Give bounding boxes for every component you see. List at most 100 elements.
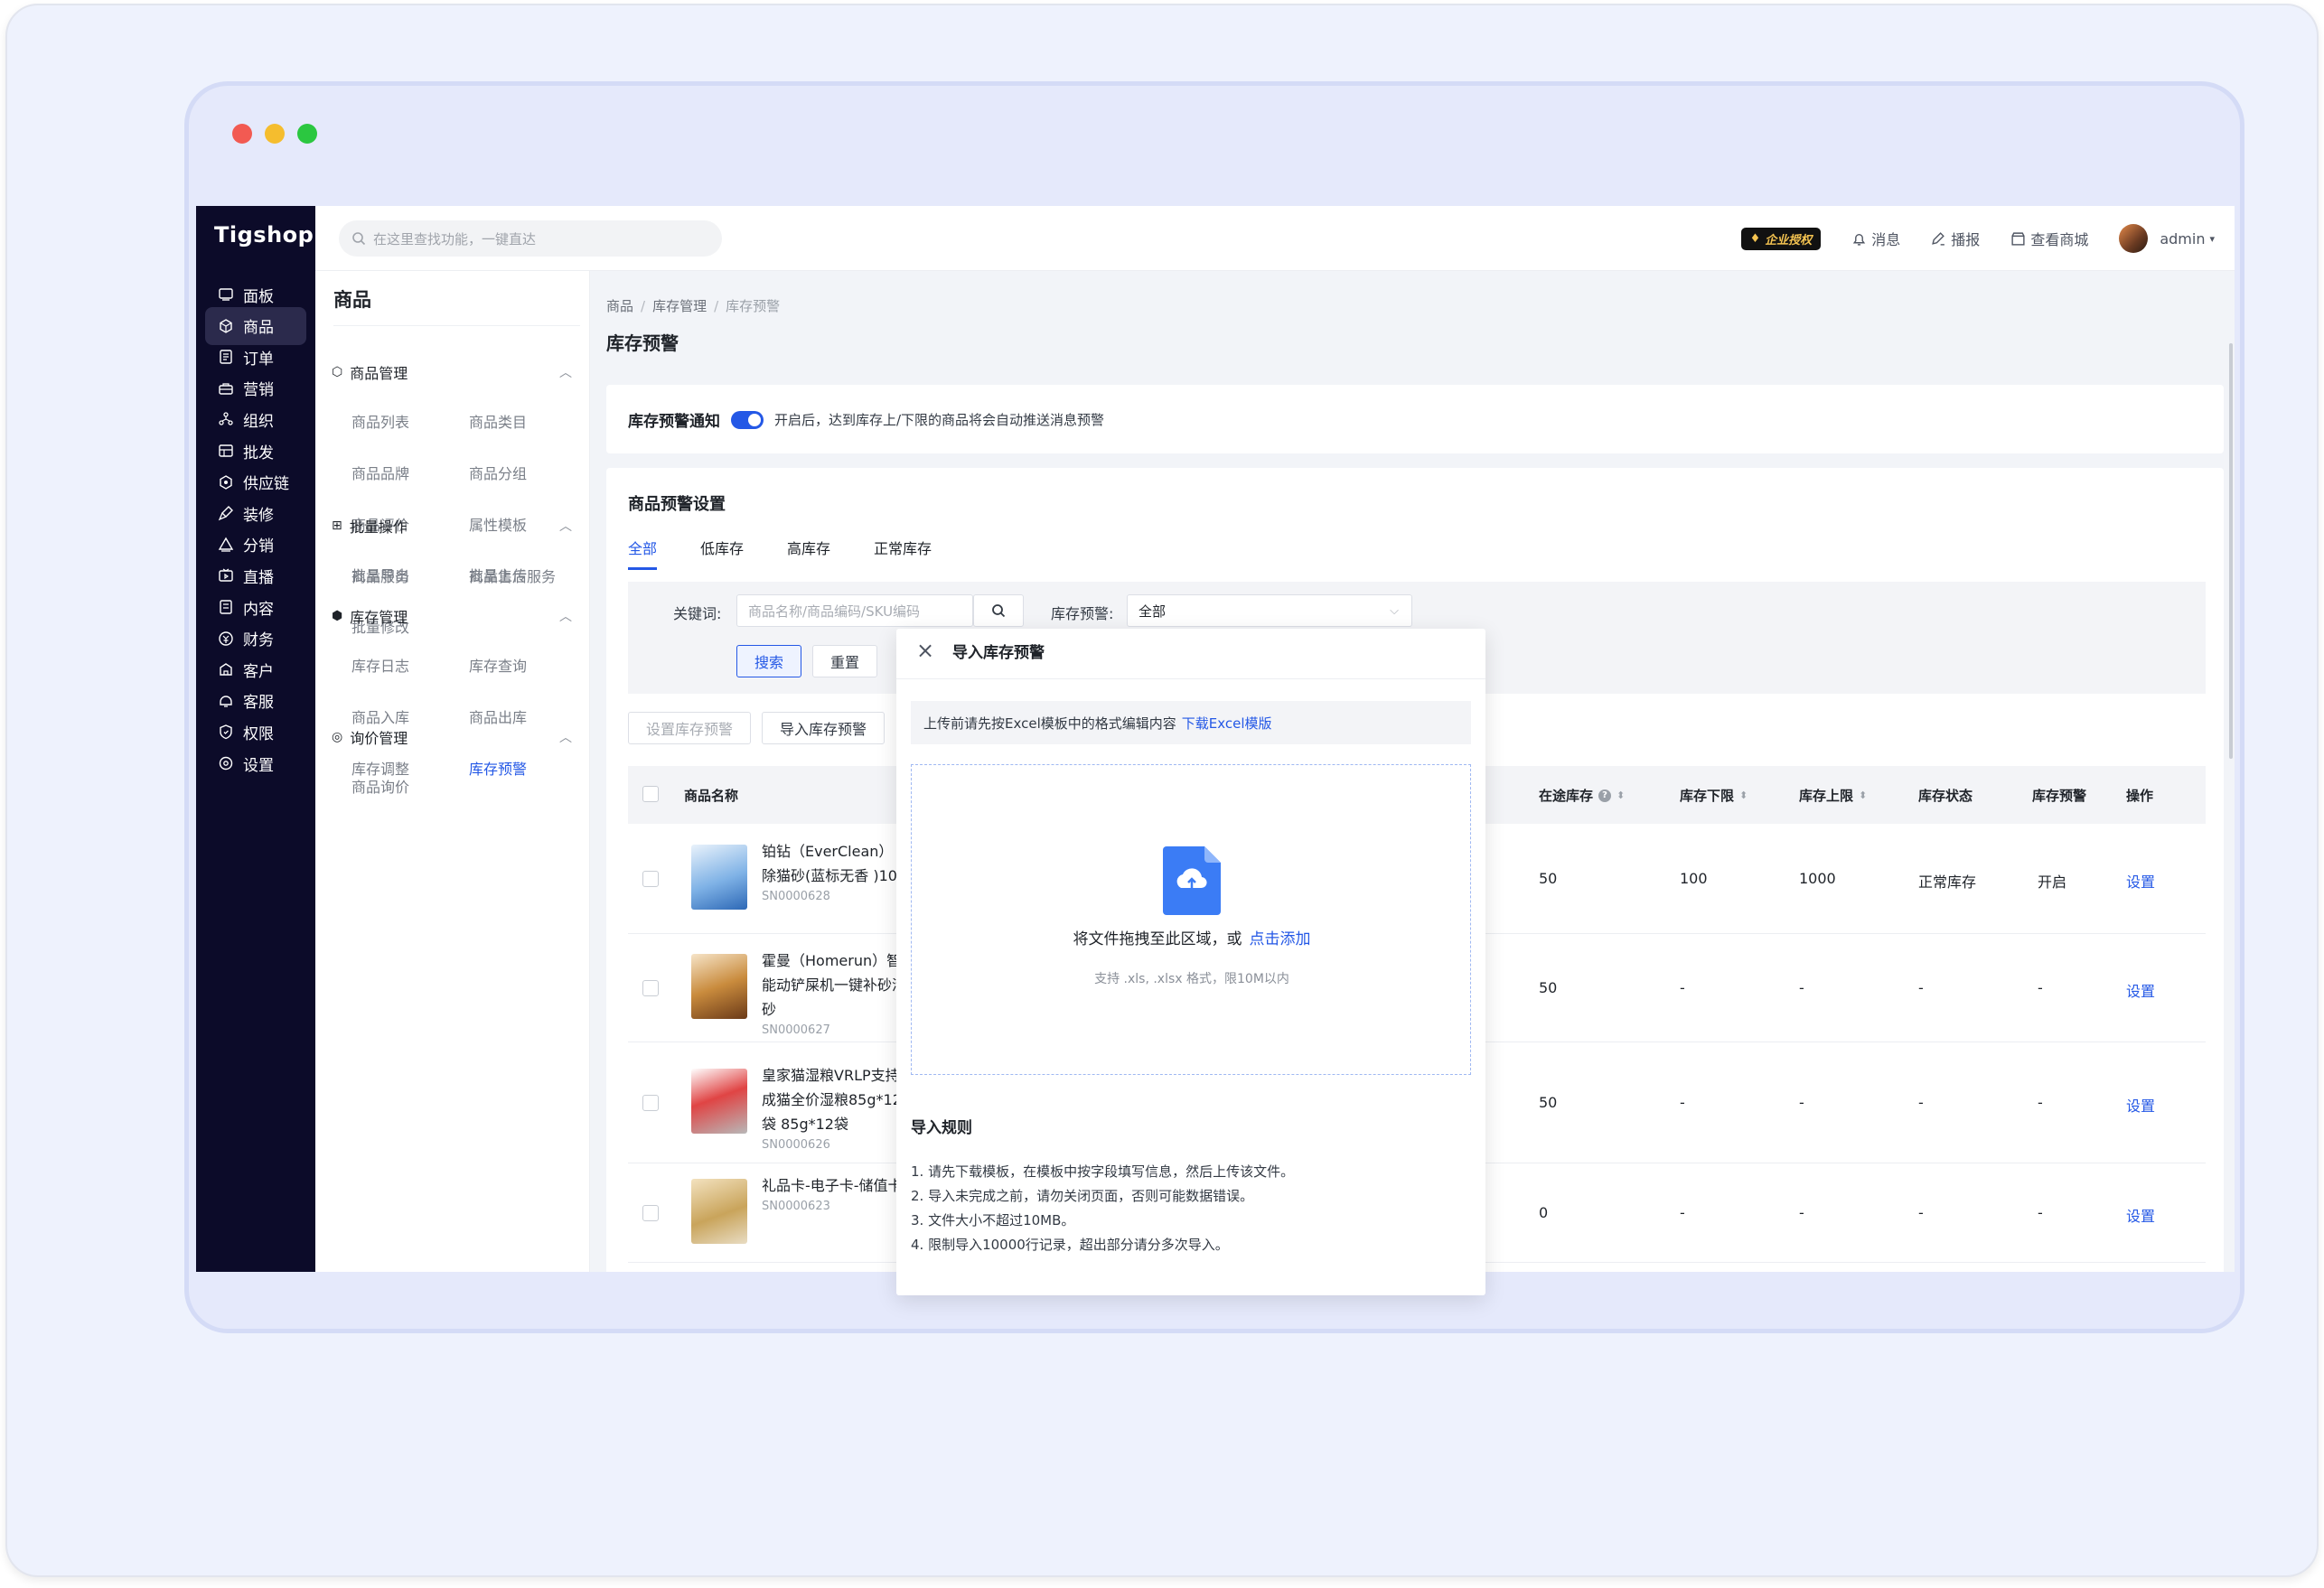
product-name-cell[interactable]: 铂钻（EverClean）除猫砂(蓝标无香 )10L SN0000628 — [762, 839, 906, 906]
tab-all[interactable]: 全部 — [628, 537, 658, 570]
rail-item-label: 设置 — [243, 756, 274, 775]
notice-label: 库存预警通知 — [628, 413, 720, 431]
tab-normal-stock[interactable]: 正常库存 — [874, 537, 932, 570]
help-icon: ? — [1598, 789, 1612, 802]
live-icon — [219, 568, 233, 583]
subnav-group-3[interactable]: ◎ 询价管理 ︿ — [332, 726, 579, 748]
subnav-item[interactable]: 商品出库 — [469, 705, 527, 727]
file-dropzone[interactable]: 将文件拖拽至此区域，或 点击添加 支持 .xls, .xlsx 格式，限10M以内 — [911, 764, 1471, 1075]
rule-item: 2. 导入未完成之前，请勿关闭页面，否则可能数据错误。 — [911, 1188, 1254, 1204]
keyword-placeholder: 商品名称/商品编码/SKU编码 — [748, 603, 921, 620]
row-settings-link[interactable]: 设置 — [2126, 979, 2155, 1001]
product-thumbnail[interactable] — [691, 1069, 747, 1134]
search-button[interactable]: 搜索 — [736, 645, 801, 677]
rail-item-15[interactable]: 设置 — [205, 744, 306, 782]
enterprise-badge[interactable]: ♦ 企业授权 — [1740, 227, 1822, 250]
select-all-checkbox[interactable] — [642, 786, 659, 802]
download-template-link[interactable]: 下载Excel模版 — [1182, 714, 1272, 733]
notice-toggle[interactable] — [731, 410, 764, 429]
view-store-button[interactable]: 查看商城 — [2010, 228, 2088, 249]
messages-button[interactable]: 消息 — [1851, 228, 1900, 249]
supply-icon — [220, 474, 232, 490]
row-settings-link[interactable]: 设置 — [2126, 1094, 2155, 1116]
subnav-divider — [333, 325, 580, 326]
header-lower[interactable]: 库存下限 ⬍ — [1680, 786, 1748, 805]
set-alert-button[interactable]: 设置库存预警 — [628, 712, 751, 744]
subnav-group-1[interactable]: ⊞ 批量操作 ︿ — [332, 515, 579, 537]
row-checkbox[interactable] — [642, 1095, 659, 1111]
upper-cell: 1000 — [1799, 870, 1836, 887]
subnav-group-label: 批量操作 — [349, 518, 408, 536]
subnav-item[interactable]: 商品入库 — [351, 705, 409, 727]
rule-item: 3. 文件大小不超过10MB。 — [911, 1212, 1075, 1228]
org-icon — [219, 412, 233, 426]
upper-cell: - — [1799, 1204, 1804, 1221]
brush-icon — [218, 506, 233, 521]
row-settings-link[interactable]: 设置 — [2126, 1204, 2155, 1226]
upper-cell: - — [1799, 1094, 1804, 1111]
subnav-item[interactable]: 商品类目 — [469, 410, 527, 432]
status-cell: 正常库存 — [1918, 873, 1977, 891]
avatar — [2119, 224, 2149, 253]
row-checkbox[interactable] — [642, 980, 659, 996]
user-menu[interactable]: admin ▾ — [2119, 224, 2215, 253]
dropzone-text: 将文件拖拽至此区域，或 点击添加 — [912, 926, 1472, 948]
product-thumbnail[interactable] — [691, 1179, 747, 1244]
rail-item-label: 供应链 — [243, 475, 289, 494]
subnav-item[interactable]: 批量导出 — [351, 564, 409, 585]
header-upper[interactable]: 库存上限 ⬍ — [1799, 786, 1867, 805]
breadcrumb-item-inventory[interactable]: 库存管理 — [652, 298, 707, 314]
product-name-cell[interactable]: 礼品卡-电子卡-储值卡 SN0000623 — [762, 1173, 906, 1216]
product-name-cell[interactable]: 皇家猫湿粮VRLP支持成猫全价湿粮85g*12袋 85g*12袋 SN000062… — [762, 1063, 906, 1154]
subnav-item[interactable]: 商品列表 — [351, 410, 409, 432]
brand-logo[interactable]: Tigshop — [214, 222, 314, 248]
rail-item-label: 组织 — [243, 412, 274, 431]
alert-filter-select[interactable]: 全部 ⌵ — [1127, 594, 1412, 627]
subnav-item[interactable]: 库存日志 — [351, 654, 409, 676]
header-transit-label: 在途库存 — [1539, 788, 1594, 804]
close-window-button[interactable] — [232, 124, 252, 144]
minimize-window-button[interactable] — [265, 124, 285, 144]
subnav-item[interactable]: 商品询价 — [351, 775, 409, 797]
click-add-link[interactable]: 点击添加 — [1250, 930, 1311, 948]
product-name: 皇家猫湿粮VRLP支持成猫全价湿粮85g*12袋 85g*12袋 — [762, 1067, 902, 1133]
tab-high-stock[interactable]: 高库存 — [787, 537, 830, 570]
search-icon — [992, 604, 1006, 618]
subnav-item[interactable]: 商品品牌 — [351, 462, 409, 483]
content-icon — [220, 600, 232, 614]
product-thumbnail[interactable] — [691, 954, 747, 1019]
user-name: admin — [2160, 229, 2206, 248]
subnav-item[interactable]: 库存查询 — [469, 654, 527, 676]
row-checkbox[interactable] — [642, 1205, 659, 1221]
reset-button[interactable]: 重置 — [812, 645, 877, 677]
subnav-group-0[interactable]: ⬡ 商品管理 ︿ — [332, 361, 579, 383]
rail-item-label: 直播 — [243, 568, 274, 587]
page-scrollbar[interactable] — [2229, 343, 2233, 759]
product-thumbnail[interactable] — [691, 845, 747, 910]
import-alert-button[interactable]: 导入库存预警 — [762, 712, 885, 744]
keyword-search-button[interactable] — [973, 594, 1024, 627]
top-bar: 在这里查找功能，一键直达 ♦ 企业授权 消息 播报 查看商城 admin ▾ — [315, 206, 2235, 271]
keyword-input[interactable]: 商品名称/商品编码/SKU编码 — [736, 594, 973, 627]
product-name-cell[interactable]: 霍曼（Homerun）智能动铲屎机一键补砂清砂 SN0000627 — [762, 948, 906, 1040]
row-checkbox[interactable] — [642, 871, 659, 887]
maximize-window-button[interactable] — [297, 124, 317, 144]
subnav-item[interactable]: 库存预警 — [469, 757, 527, 779]
tab-low-stock[interactable]: 低库存 — [700, 537, 744, 570]
header-name: 商品名称 — [684, 788, 739, 804]
subnav-item[interactable]: 商品分组 — [469, 462, 527, 483]
box-icon: ⬢ — [332, 609, 343, 623]
rail-item-label: 权限 — [243, 724, 274, 743]
modal-title: 导入库存预警 — [952, 644, 1045, 662]
subnav-item[interactable]: 批量上传 — [469, 564, 527, 585]
chevron-up-icon: ︿ — [559, 731, 572, 745]
shield-icon: ♦ — [1749, 231, 1761, 246]
global-search-input[interactable]: 在这里查找功能，一键直达 — [339, 220, 722, 257]
row-settings-link[interactable]: 设置 — [2126, 870, 2155, 892]
subnav-group-2[interactable]: ⬢ 库存管理 ︿ — [332, 605, 579, 627]
breadcrumb-item-products[interactable]: 商品 — [606, 298, 633, 314]
close-icon[interactable]: × — [916, 638, 934, 663]
lower-cell: 100 — [1680, 870, 1708, 887]
broadcast-button[interactable]: 播报 — [1931, 228, 1980, 249]
header-transit[interactable]: 在途库存? ⬍ — [1539, 786, 1625, 805]
